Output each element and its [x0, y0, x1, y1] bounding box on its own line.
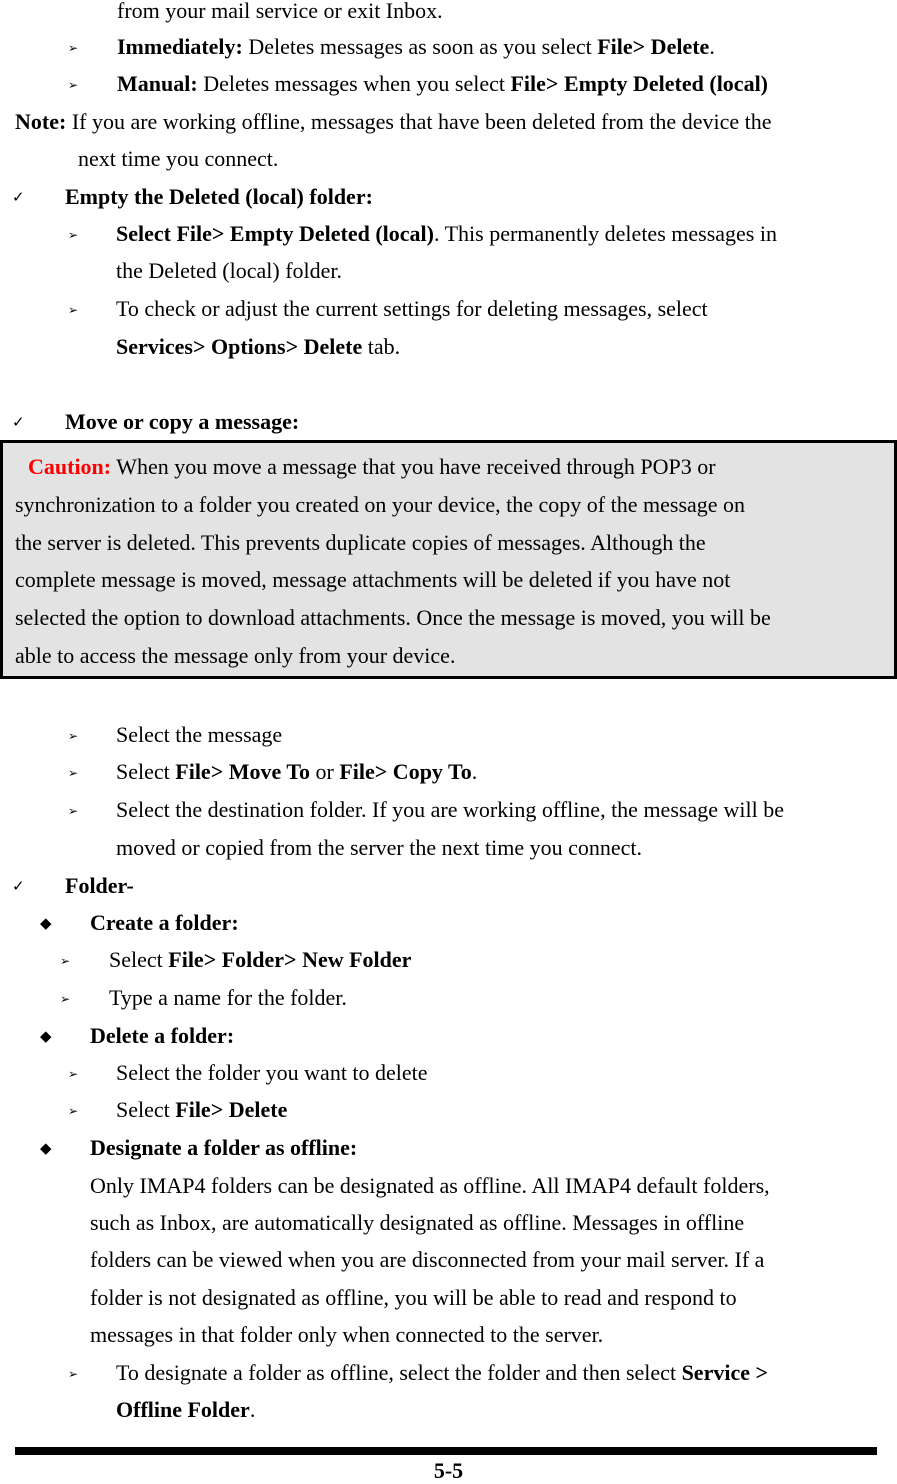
- subheading-create-folder: Create a folder:: [90, 910, 239, 935]
- arrow-bullet-icon: ➢: [68, 766, 79, 780]
- move-step-1: Select the message: [116, 722, 283, 747]
- caution-line-2: synchronization to a folder you created …: [15, 492, 746, 517]
- caution-box: Caution: When you move a message that yo…: [0, 440, 897, 679]
- offline-para-line-5: messages in that folder only when connec…: [90, 1322, 604, 1347]
- menu-command: File> Delete: [597, 34, 710, 59]
- manual-option: Manual: Deletes messages when you select…: [117, 71, 768, 97]
- check-bullet-icon: ✓: [12, 413, 25, 431]
- immediately-option: Immediately: Deletes messages as soon as…: [117, 34, 715, 60]
- caution-line-1: Caution: When you move a message that yo…: [28, 454, 716, 480]
- step-text: Select: [109, 947, 169, 972]
- punctuation: .: [249, 1397, 256, 1422]
- menu-command: File> Delete: [175, 1097, 288, 1122]
- step-text: tab.: [362, 334, 401, 359]
- arrow-bullet-icon: ➢: [68, 78, 79, 92]
- punctuation: .: [471, 759, 478, 784]
- section-heading-move-copy: Move or copy a message:: [65, 409, 300, 434]
- arrow-bullet-icon: ➢: [68, 228, 79, 242]
- move-step-3-continued: moved or copied from the server the next…: [116, 835, 642, 860]
- footer-divider: [15, 1447, 877, 1455]
- option-label: Immediately:: [117, 34, 243, 59]
- caution-line-3: the server is deleted. This prevents dup…: [15, 530, 706, 555]
- arrow-bullet-icon: ➢: [68, 41, 79, 55]
- arrow-bullet-icon: ➢: [68, 729, 79, 743]
- menu-command: Select File> Empty Deleted (local): [116, 221, 434, 246]
- menu-command: Offline Folder: [116, 1397, 250, 1422]
- page-number: 5-5: [433, 1458, 464, 1483]
- step-text: To designate a folder as offline, select…: [116, 1360, 682, 1385]
- continued-text: from your mail service or exit Inbox.: [117, 0, 443, 23]
- offline-step-continued: Offline Folder.: [116, 1397, 255, 1423]
- step-text: Select: [116, 1097, 176, 1122]
- arrow-bullet-icon: ➢: [60, 992, 71, 1006]
- menu-command: File> Move To: [175, 759, 311, 784]
- check-bullet-icon: ✓: [12, 877, 25, 895]
- arrow-bullet-icon: ➢: [60, 954, 71, 968]
- section-heading-folder: Folder-: [65, 873, 134, 898]
- menu-command: File> Empty Deleted (local): [510, 71, 769, 96]
- menu-command: Services> Options> Delete: [116, 334, 363, 359]
- caution-line-5: selected the option to download attachme…: [15, 605, 771, 630]
- menu-command: File> Copy To: [339, 759, 472, 784]
- caution-label: Caution:: [28, 454, 112, 479]
- arrow-bullet-icon: ➢: [68, 1367, 79, 1381]
- caution-line-6: able to access the message only from you…: [15, 643, 456, 668]
- empty-step-2-continued: Services> Options> Delete tab.: [116, 334, 400, 360]
- option-text: Deletes messages when you select: [197, 71, 511, 96]
- option-label: Manual:: [117, 71, 198, 96]
- note-label: Note:: [15, 109, 67, 134]
- step-text: Select: [116, 759, 176, 784]
- note-text: If you are working offline, messages tha…: [66, 109, 772, 134]
- step-text: . This permanently deletes messages in: [434, 221, 777, 246]
- subheading-offline-folder: Designate a folder as offline:: [90, 1135, 358, 1160]
- caution-line-4: complete message is moved, message attac…: [15, 567, 731, 592]
- menu-command: Service >: [681, 1360, 769, 1385]
- arrow-bullet-icon: ➢: [68, 1067, 79, 1081]
- delete-step-2: Select File> Delete: [116, 1097, 287, 1123]
- move-step-3: Select the destination folder. If you ar…: [116, 797, 784, 822]
- diamond-bullet-icon: ◆: [40, 914, 52, 932]
- offline-para-line-1: Only IMAP4 folders can be designated as …: [90, 1173, 770, 1198]
- diamond-bullet-icon: ◆: [40, 1139, 52, 1157]
- offline-para-line-4: folder is not designated as offline, you…: [90, 1285, 737, 1310]
- section-heading-empty-deleted: Empty the Deleted (local) folder:: [65, 184, 373, 209]
- subheading-delete-folder: Delete a folder:: [90, 1023, 235, 1048]
- check-bullet-icon: ✓: [12, 188, 25, 206]
- punctuation: .: [709, 34, 715, 59]
- empty-step-1-continued: the Deleted (local) folder.: [116, 258, 343, 283]
- diamond-bullet-icon: ◆: [40, 1027, 52, 1045]
- empty-step-1: Select File> Empty Deleted (local). This…: [116, 221, 777, 247]
- create-step-2: Type a name for the folder.: [109, 985, 347, 1010]
- note: Note: If you are working offline, messag…: [15, 109, 771, 135]
- step-text: or: [310, 759, 340, 784]
- arrow-bullet-icon: ➢: [68, 804, 79, 818]
- option-text: Deletes messages as soon as you select: [242, 34, 598, 59]
- arrow-bullet-icon: ➢: [68, 303, 79, 317]
- arrow-bullet-icon: ➢: [68, 1104, 79, 1118]
- offline-step: To designate a folder as offline, select…: [116, 1360, 768, 1386]
- create-step-1: Select File> Folder> New Folder: [109, 947, 411, 973]
- offline-para-line-2: such as Inbox, are automatically designa…: [90, 1210, 745, 1235]
- move-step-2: Select File> Move To or File> Copy To.: [116, 759, 477, 785]
- menu-command: File> Folder> New Folder: [168, 947, 412, 972]
- delete-step-1: Select the folder you want to delete: [116, 1060, 428, 1085]
- caution-text: When you move a message that you have re…: [111, 454, 716, 479]
- offline-para-line-3: folders can be viewed when you are disco…: [90, 1247, 765, 1272]
- empty-step-2: To check or adjust the current settings …: [116, 296, 708, 321]
- note-continued: next time you connect.: [78, 146, 279, 171]
